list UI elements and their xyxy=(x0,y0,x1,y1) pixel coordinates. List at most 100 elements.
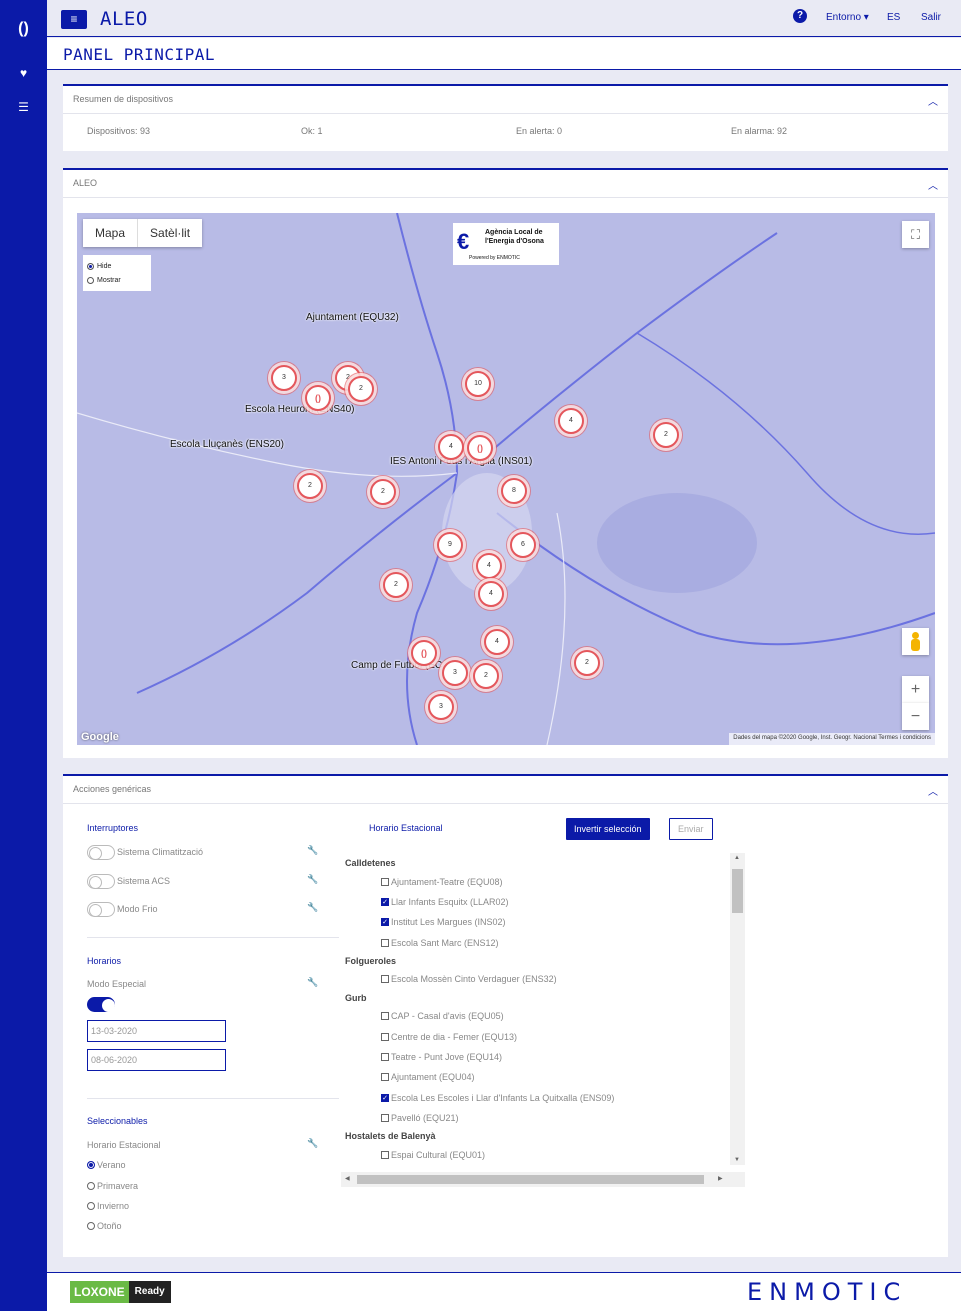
list-item[interactable]: Centre de dia - Femer (EQU13) xyxy=(381,1032,517,1042)
device-marker-icon[interactable]: () xyxy=(467,435,493,461)
menu-button[interactable]: ≡ xyxy=(61,10,87,29)
map-cluster-marker[interactable]: 8 xyxy=(501,478,527,504)
map-cluster-marker[interactable]: 2 xyxy=(370,479,396,505)
send-button[interactable]: Enviar xyxy=(669,818,713,840)
checkbox[interactable]: ✓ xyxy=(381,918,389,926)
radio-icon[interactable] xyxy=(87,1202,95,1210)
switch-toggle[interactable] xyxy=(87,874,115,889)
list-item[interactable]: Teatre - Punt Jove (EQU14) xyxy=(381,1052,502,1062)
checkbox[interactable]: ✓ xyxy=(381,898,389,906)
language-selector[interactable]: ES xyxy=(887,12,900,23)
list-item[interactable]: ✓ Institut Les Margues (INS02) xyxy=(381,917,506,927)
horizontal-scrollbar[interactable]: ◀ ▶ xyxy=(341,1172,745,1187)
map-cluster-marker[interactable]: 2 xyxy=(653,422,679,448)
season-option[interactable]: Invierno xyxy=(87,1201,129,1211)
wrench-icon[interactable]: 🔧 xyxy=(307,1138,318,1149)
date-to-input[interactable]: 08-06-2020 xyxy=(87,1049,226,1071)
list-icon[interactable]: ☰ xyxy=(0,100,47,114)
scroll-left-icon[interactable]: ◀ xyxy=(345,1175,350,1182)
checkbox[interactable] xyxy=(381,878,389,886)
checkbox[interactable] xyxy=(381,1073,389,1081)
map-cluster-marker[interactable]: 2 xyxy=(574,650,600,676)
device-checklist[interactable]: Calldetenes Ajuntament-Teatre (EQU08) ✓ L… xyxy=(341,853,745,1187)
list-item[interactable]: Escola Sant Marc (ENS12) xyxy=(381,938,499,948)
chevron-up-icon[interactable]: ︿ xyxy=(928,93,938,108)
switch-toggle[interactable] xyxy=(87,902,115,917)
summary-card-header[interactable]: Resumen de dispositivos ︿ xyxy=(63,86,948,114)
tab-satellite[interactable]: Satèl·lit xyxy=(137,219,202,247)
map-cluster-marker[interactable]: 6 xyxy=(510,532,536,558)
entorno-dropdown[interactable]: Entorno ▾ xyxy=(826,12,869,23)
map-cluster-marker[interactable]: 3 xyxy=(271,365,297,391)
fullscreen-button[interactable]: ⛶ xyxy=(902,221,929,248)
special-mode-toggle[interactable] xyxy=(87,997,115,1012)
map-cluster-marker[interactable]: 10 xyxy=(465,371,491,397)
device-marker-icon[interactable]: () xyxy=(305,385,331,411)
scroll-thumb[interactable] xyxy=(732,869,743,913)
season-option[interactable]: Otoño xyxy=(87,1221,122,1231)
list-item[interactable]: CAP - Casal d'avis (EQU05) xyxy=(381,1011,504,1021)
checkbox[interactable] xyxy=(381,1012,389,1020)
map-cluster-marker[interactable]: 3 xyxy=(442,660,468,686)
map-cluster-marker[interactable]: 4 xyxy=(476,553,502,579)
checkbox[interactable] xyxy=(381,939,389,947)
zoom-out-button[interactable]: − xyxy=(902,703,929,730)
invert-selection-button[interactable]: Invertir selección xyxy=(566,818,650,840)
map-cluster-marker[interactable]: 2 xyxy=(348,376,374,402)
switch-toggle[interactable] xyxy=(87,845,115,860)
layer-show-option[interactable]: Mostrar xyxy=(87,273,147,287)
list-item[interactable]: ✓ Llar Infants Esquitx (LLAR02) xyxy=(381,897,509,907)
map-card-header[interactable]: ALEO ︿ xyxy=(63,170,948,198)
radio-icon[interactable] xyxy=(87,262,94,270)
device-marker-icon[interactable]: () xyxy=(411,640,437,666)
app-logo-icon[interactable]: () xyxy=(0,20,47,38)
list-item[interactable]: Espai Cultural (EQU01) xyxy=(381,1150,485,1160)
date-from-input[interactable]: 13-03-2020 xyxy=(87,1020,226,1042)
checkbox[interactable] xyxy=(381,1033,389,1041)
help-icon[interactable]: ? xyxy=(793,9,807,23)
season-option[interactable]: Verano xyxy=(87,1160,126,1170)
layer-hide-option[interactable]: Hide xyxy=(87,259,147,273)
map-cluster-marker[interactable]: 2 xyxy=(473,663,499,689)
checkbox[interactable] xyxy=(381,1053,389,1061)
wrench-icon[interactable]: 🔧 xyxy=(307,874,318,885)
map-cluster-marker[interactable]: 4 xyxy=(478,581,504,607)
map-cluster-marker[interactable]: 4 xyxy=(558,408,584,434)
zoom-in-button[interactable]: + xyxy=(902,676,929,703)
radio-icon[interactable] xyxy=(87,1182,95,1190)
list-item[interactable]: Pavelló (EQU21) xyxy=(381,1113,459,1123)
list-item[interactable]: ✓ Escola Les Escoles i Llar d'Infants La … xyxy=(381,1093,614,1103)
logout-link[interactable]: Salir xyxy=(921,12,941,23)
heart-icon[interactable]: ♥ xyxy=(0,66,47,80)
season-option[interactable]: Primavera xyxy=(87,1181,138,1191)
checkbox[interactable] xyxy=(381,975,389,983)
checkbox[interactable] xyxy=(381,1114,389,1122)
list-item[interactable]: Escola Mossèn Cinto Verdaguer (ENS32) xyxy=(381,974,557,984)
radio-icon[interactable] xyxy=(87,1222,95,1230)
map-cluster-marker[interactable]: 2 xyxy=(383,572,409,598)
checkbox[interactable] xyxy=(381,1151,389,1159)
tab-mapa[interactable]: Mapa xyxy=(83,219,137,247)
wrench-icon[interactable]: 🔧 xyxy=(307,902,318,913)
scroll-thumb[interactable] xyxy=(357,1175,704,1184)
list-item[interactable]: Ajuntament-Teatre (EQU08) xyxy=(381,877,503,887)
list-item[interactable]: Ajuntament (EQU04) xyxy=(381,1072,475,1082)
street-view-pegman-icon[interactable] xyxy=(902,628,929,655)
map-cluster-marker[interactable]: 9 xyxy=(437,532,463,558)
checkbox[interactable]: ✓ xyxy=(381,1094,389,1102)
chevron-up-icon[interactable]: ︿ xyxy=(928,177,938,192)
map-attribution[interactable]: Dades del mapa ©2020 Google, Inst. Geogr… xyxy=(729,733,935,745)
scroll-up-icon[interactable]: ▲ xyxy=(734,855,740,861)
map-cluster-marker[interactable]: 4 xyxy=(438,434,464,460)
wrench-icon[interactable]: 🔧 xyxy=(307,845,318,856)
map-cluster-marker[interactable]: 2 xyxy=(297,473,323,499)
radio-icon[interactable] xyxy=(87,276,94,284)
map-cluster-marker[interactable]: 4 xyxy=(484,629,510,655)
map-view[interactable]: Mapa Satèl·lit Hide Mostrar € Agència Lo… xyxy=(77,213,935,745)
scroll-right-icon[interactable]: ▶ xyxy=(718,1175,723,1182)
actions-card-header[interactable]: Acciones genéricas ︿ xyxy=(63,776,948,804)
chevron-up-icon[interactable]: ︿ xyxy=(928,783,938,798)
radio-icon[interactable] xyxy=(87,1161,95,1169)
vertical-scrollbar[interactable]: ▲ ▼ xyxy=(730,853,745,1165)
scroll-down-icon[interactable]: ▼ xyxy=(734,1157,740,1163)
